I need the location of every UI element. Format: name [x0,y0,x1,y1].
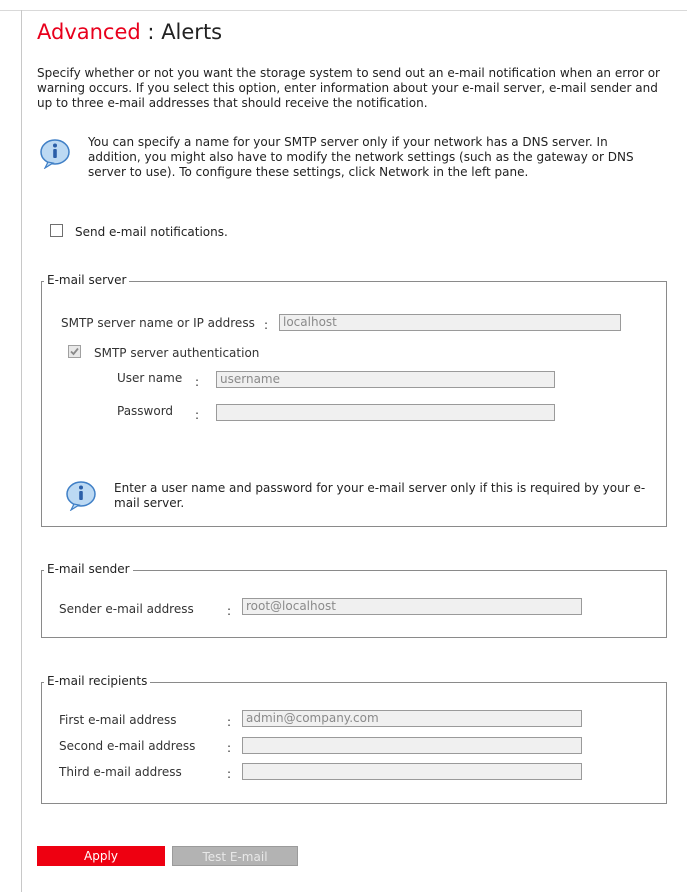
first-email-colon: : [227,715,232,729]
third-email-input[interactable] [242,763,582,780]
password-label: Password [117,404,174,418]
smtp-auth-checkbox[interactable] [68,345,81,358]
second-email-label: Second e-mail address [59,739,196,753]
smtp-auth-label: SMTP server authentication [94,346,260,360]
test-email-button[interactable]: Test E-mail [172,846,298,866]
top-divider [0,10,687,11]
send-notifications-checkbox[interactable] [50,224,63,237]
email-recipients-legend: E-mail recipients [44,674,151,688]
username-input[interactable]: username [216,371,555,388]
title-separator: : [147,20,155,44]
checkmark-icon [70,347,79,356]
send-notifications-label: Send e-mail notifications. [75,225,228,239]
title-page: Alerts [161,20,223,44]
password-input[interactable] [216,404,555,421]
left-divider [21,10,22,892]
info-icon [40,139,70,169]
auth-info-text: Enter a user name and password for your … [114,481,646,510]
smtp-server-input[interactable]: localhost [279,314,621,331]
first-email-input[interactable]: admin@company.com [242,710,582,727]
second-email-input[interactable] [242,737,582,754]
third-email-label: Third e-mail address [59,765,182,779]
smtp-server-label: SMTP server name or IP address [61,316,255,330]
page-title: Advanced : Alerts [37,20,222,44]
first-email-label: First e-mail address [59,713,177,727]
third-email-colon: : [227,767,232,781]
sender-address-input[interactable]: root@localhost [242,598,582,615]
title-section: Advanced [37,20,141,44]
sender-address-label: Sender e-mail address [59,602,194,616]
second-email-colon: : [227,741,232,755]
smtp-dns-info-text: You can specify a name for your SMTP ser… [88,135,634,179]
username-colon: : [195,375,200,389]
username-label: User name [117,371,183,385]
email-sender-legend: E-mail sender [44,562,133,576]
intro-text: Specify whether or not you want the stor… [37,66,660,110]
password-colon: : [195,408,200,422]
info-icon [66,481,96,511]
apply-button[interactable]: Apply [37,846,165,866]
sender-colon: : [227,604,232,618]
smtp-colon: : [264,318,269,332]
email-server-legend: E-mail server [44,273,130,287]
